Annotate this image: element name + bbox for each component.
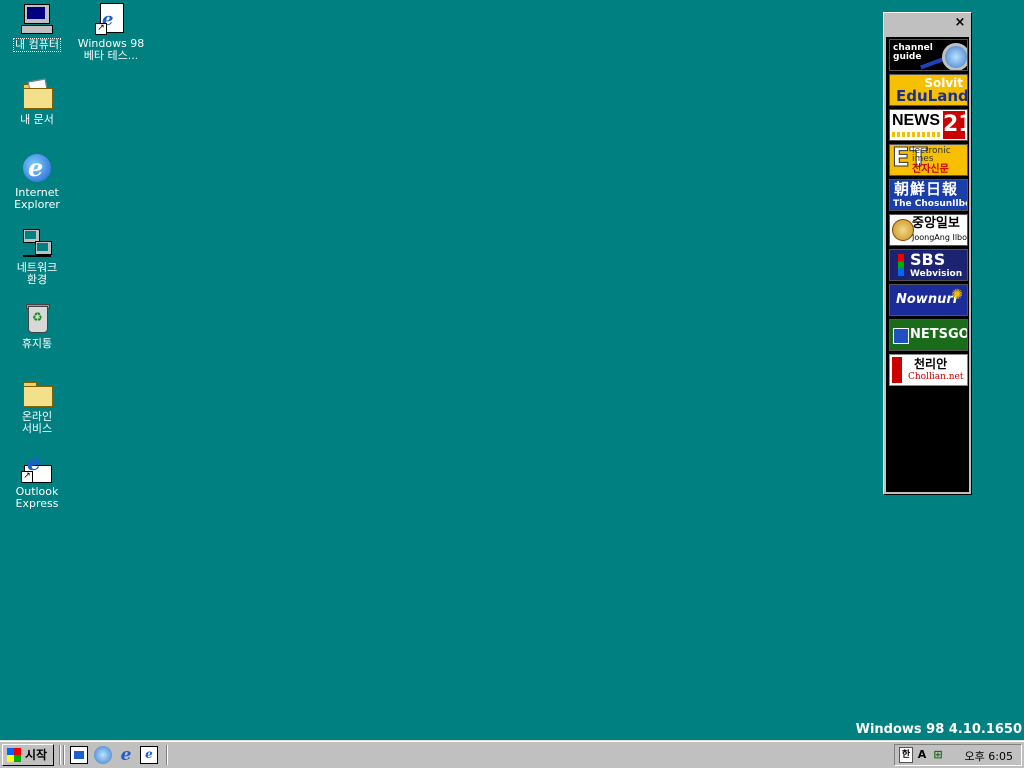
network-neighborhood-icon (21, 227, 53, 259)
channel-label: 천리안 (914, 357, 948, 371)
windows-version-text: Windows 98 4.10.1650 (855, 722, 1022, 737)
document-shortcut-icon: e ↗ (95, 3, 127, 35)
my-computer-icon (21, 3, 53, 35)
internet-explorer-quicklaunch-icon[interactable]: e (117, 746, 135, 764)
chollian-logo-icon (892, 357, 902, 383)
channel-label: 전자신문 (912, 164, 949, 175)
desktop-icon-label: 내 컴퓨터 (13, 38, 61, 52)
windows-logo-icon (7, 748, 21, 762)
channel-label: Nownuri (896, 292, 958, 307)
input-mode-icon[interactable]: A (915, 747, 929, 763)
start-button-label: 시작 (25, 748, 48, 762)
channel-viewer-icon[interactable] (94, 746, 112, 764)
desktop-icon-label: 온라인 서비스 (21, 410, 53, 435)
outlook-express-quicklaunch-icon[interactable]: e (140, 746, 158, 764)
desktop-icon-my-computer[interactable]: 내 컴퓨터 (2, 3, 72, 52)
channel-label: channel guide (893, 43, 933, 62)
ime-indicator-icon[interactable]: 한 (899, 747, 913, 763)
network-status-icon[interactable]: ⊞ (931, 747, 945, 763)
channel-label: NETSGO (910, 327, 968, 342)
recycle-bin-icon: ♻ (21, 302, 53, 334)
channel-label: Webvision (910, 269, 963, 279)
desktop-icon-label: 내 문서 (20, 113, 54, 126)
channel-etimes-button[interactable]: ET lectronic imes 전자신문 (889, 144, 968, 176)
channel-guide-button[interactable]: channel guide (889, 39, 968, 71)
desktop-icon-online-services[interactable]: 온라인 서비스 (2, 376, 72, 435)
channel-bar: × channel guide Solvit EduLand NEWS 21 E… (883, 12, 972, 495)
channel-label: The ChosunIlbo (893, 199, 968, 209)
channel-label: Chollian.net (908, 372, 964, 382)
netsgo-logo-icon (893, 328, 909, 344)
taskbar-separator (166, 745, 168, 765)
channel-label: JoongAng Ilbo (912, 233, 968, 242)
show-desktop-icon[interactable] (70, 746, 88, 764)
taskbar: 시작 e e 한 A ⊞ 오후 6:05 (0, 740, 1024, 768)
desktop-icon-label: Windows 98 베타 테스... (77, 37, 145, 62)
taskbar-separator (63, 745, 65, 765)
clock[interactable]: 오후 6:05 (965, 748, 1013, 764)
desktop-icon-windows98-beta[interactable]: e ↗ Windows 98 베타 테스... (76, 3, 146, 62)
channel-sbs-button[interactable]: SBS Webvision (889, 249, 968, 281)
channel-news21-button[interactable]: NEWS 21 (889, 109, 968, 141)
internet-explorer-icon: e (21, 152, 53, 184)
close-icon[interactable]: × (952, 15, 968, 31)
channel-eduland-button[interactable]: Solvit EduLand (889, 74, 968, 106)
desktop-icon-outlook-express[interactable]: e ↗ Outlook Express (2, 450, 72, 510)
desktop-icon-label: Outlook Express (15, 485, 59, 510)
decor-dots (892, 132, 942, 137)
joongang-logo-icon (892, 219, 914, 241)
channel-bar-list: channel guide Solvit EduLand NEWS 21 ET … (886, 37, 969, 492)
desktop-icon-network-neighborhood[interactable]: 네트워크 환경 (2, 227, 72, 286)
channel-joongang-button[interactable]: 중앙일보 JoongAng Ilbo (889, 214, 968, 246)
channel-netsgo-button[interactable]: NETSGO (889, 319, 968, 351)
my-documents-icon (21, 78, 53, 110)
system-tray: 한 A ⊞ 오후 6:05 (894, 744, 1022, 766)
channel-label: SBS (910, 250, 946, 269)
folder-icon (21, 376, 53, 408)
channel-chosun-button[interactable]: 朝鮮日報 The ChosunIlbo (889, 179, 968, 211)
outlook-express-icon: e ↗ (21, 450, 53, 483)
channel-chollian-button[interactable]: 천리안 Chollian.net (889, 354, 968, 386)
desktop-icon-label: 휴지통 (21, 337, 53, 350)
desktop-icon-label: 네트워크 환경 (16, 261, 58, 286)
star-icon: ✺ (951, 287, 963, 303)
sbs-logo-icon (898, 254, 904, 276)
start-button[interactable]: 시작 (2, 744, 54, 766)
desktop-icon-internet-explorer[interactable]: e Internet Explorer (2, 152, 72, 211)
channel-label: 21 (943, 111, 967, 139)
taskbar-separator (59, 745, 61, 765)
channel-nownuri-button[interactable]: Nownuri ✺ (889, 284, 968, 316)
desktop-icon-recycle-bin[interactable]: ♻ 휴지통 (2, 302, 72, 350)
channel-label: NEWS (892, 112, 940, 129)
channel-label: lectronic imes (912, 146, 951, 164)
desktop: 내 컴퓨터 e ↗ Windows 98 베타 테스... 내 문서 e Inte… (0, 0, 1024, 740)
channel-label: 중앙일보 (912, 216, 960, 231)
channel-label: EduLand (896, 87, 968, 105)
magnifier-icon (942, 43, 967, 70)
desktop-icon-label: Internet Explorer (14, 186, 60, 211)
channel-label: 朝鮮日報 (894, 180, 959, 198)
desktop-icon-my-documents[interactable]: 내 문서 (2, 78, 72, 126)
